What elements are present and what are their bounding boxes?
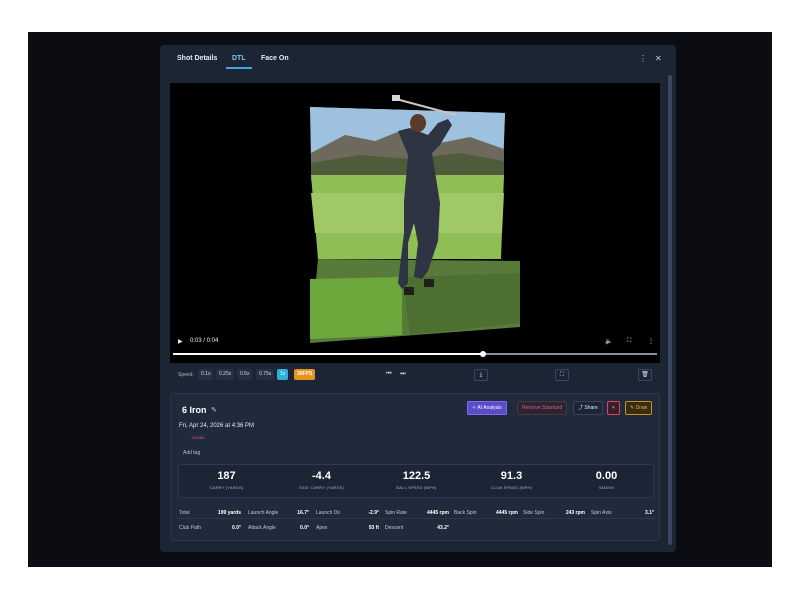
draw-button[interactable]: ✎ Draw: [625, 401, 653, 415]
speed-1x-button[interactable]: 1x: [277, 369, 289, 380]
metric-label: CLUB SPEED (MPH): [490, 485, 533, 490]
video-progress-bar[interactable]: [173, 351, 657, 357]
metric-value: 122.5: [402, 470, 431, 482]
speed-0-25x-button[interactable]: 0.25x: [216, 369, 235, 380]
metric-label: BALL SPEED (MPH): [396, 485, 437, 490]
video-menu-icon[interactable]: ⋮: [648, 338, 654, 345]
stat-value: 4445 rpm: [496, 510, 518, 516]
speed-0-1x-button[interactable]: 0.1x: [198, 369, 214, 380]
active-tab-indicator: [226, 67, 252, 69]
ai-analysis-button[interactable]: ✧ AI Analysis: [467, 401, 507, 415]
stat-label: Side Spin: [523, 510, 545, 516]
metric-label: SIDE CARRY (YARDS): [298, 485, 345, 490]
speed-0-75x-button[interactable]: 0.75x: [256, 369, 275, 380]
stat-value: 3.1°: [645, 510, 654, 516]
metric-value: 91.3: [500, 470, 523, 482]
stat-value: 0.0°: [232, 525, 241, 531]
stat-value: 43.2°: [437, 525, 449, 531]
stat-value: 199 yards: [217, 510, 241, 516]
metric-ball-speed: 122.5 BALL SPEED (MPH): [369, 470, 464, 490]
stat-label: Launch Angle: [248, 510, 279, 516]
volume-icon[interactable]: 🔈: [605, 338, 612, 345]
metric-smash: 0.00 SMASH: [559, 470, 654, 490]
next-frame-icon[interactable]: ⏭: [396, 369, 410, 381]
shot-summary-card: 6 Iron ✎ Fri, Apr 24, 2026 at 4:36 PM 19…: [170, 393, 660, 541]
metric-value: 187: [217, 470, 236, 482]
scrollbar-thumb[interactable]: [668, 75, 672, 545]
video-progress-knob[interactable]: [479, 351, 486, 357]
club-name: 6 Iron: [182, 405, 207, 415]
stat-value: 0.0°: [300, 525, 309, 531]
shot-id: 193484: [191, 435, 205, 440]
metric-label: CARRY (YARDS): [209, 485, 244, 490]
stat-label: Spin Rate: [385, 510, 407, 516]
speed-0-5x-button[interactable]: 0.5x: [237, 369, 253, 380]
metric-label: SMASH: [598, 485, 615, 490]
stat-value: -2.9°: [368, 510, 379, 516]
stat-label: Launch Dir: [316, 510, 341, 516]
tab-bar: Shot Details DTL Face On ⋮ ✕: [160, 45, 676, 75]
stat-label: Descent: [385, 525, 404, 531]
favorite-heart-icon[interactable]: ♥: [607, 401, 620, 415]
metric-carry: 187 CARRY (YARDS): [179, 470, 274, 490]
tab-shot-details[interactable]: Shot Details: [177, 55, 217, 62]
share-button[interactable]: ⤴ Share: [573, 401, 603, 415]
expand-icon[interactable]: ⛶: [555, 369, 569, 381]
stats-row-2: Club Path 0.0° Attack Angle 0.0° Apex 93…: [179, 522, 655, 534]
stat-label: Club Path: [179, 525, 201, 531]
ai-analysis-label: AI Analysis: [477, 405, 502, 411]
delete-icon[interactable]: 🗑: [638, 369, 652, 381]
metric-club-speed: 91.3 CLUB SPEED (MPH): [464, 470, 559, 490]
stat-label: Total: [179, 510, 190, 516]
shot-details-modal: Shot Details DTL Face On ⋮ ✕ ▶ 0:03 / 0:…: [160, 45, 676, 552]
stat-label: Spin Axis: [591, 510, 612, 516]
fullscreen-icon[interactable]: ⛶: [627, 338, 631, 345]
close-icon[interactable]: ✕: [655, 54, 662, 63]
stat-label: Apex: [316, 525, 328, 531]
play-icon[interactable]: ▶: [178, 338, 183, 345]
playback-controls: Speed: 0.1x 0.25x 0.5x 0.75x 1x 30FPS ⏮ …: [170, 368, 660, 382]
video-progress-fill: [173, 353, 483, 355]
more-menu-icon[interactable]: ⋮: [639, 54, 647, 63]
shot-date: Fri, Apr 24, 2026 at 4:36 PM: [179, 423, 255, 429]
video-time: 0:03 / 0:04: [190, 338, 219, 344]
speed-label: Speed:: [178, 372, 194, 378]
stat-label: Back Spin: [454, 510, 477, 516]
tab-face-on[interactable]: Face On: [261, 55, 289, 62]
prev-frame-icon[interactable]: ⏮: [382, 369, 396, 381]
share-label: Share: [584, 405, 598, 411]
download-icon[interactable]: ⤓: [474, 369, 488, 381]
stat-label: Attack Angle: [248, 525, 276, 531]
stat-value: 4445 rpm: [427, 510, 449, 516]
metric-value: 0.00: [595, 470, 618, 482]
video-player[interactable]: ▶ 0:03 / 0:04 🔈 ⛶ ⋮: [170, 83, 660, 363]
metrics-panel: 187 CARRY (YARDS) -4.4 SIDE CARRY (YARDS…: [178, 464, 654, 498]
fps-button[interactable]: 30FPS: [294, 369, 316, 380]
tab-dtl[interactable]: DTL: [232, 55, 246, 62]
add-tag-link[interactable]: Add tag: [183, 450, 200, 456]
metric-value: -4.4: [312, 470, 331, 482]
swing-video-frame: [310, 95, 520, 343]
stat-value: 16.7°: [297, 510, 309, 516]
stats-row-1: Total 199 yards Launch Angle 16.7° Launc…: [179, 507, 655, 519]
edit-pencil-icon[interactable]: ✎: [211, 406, 217, 414]
draw-label: Draw: [635, 405, 648, 411]
metric-side-carry: -4.4 SIDE CARRY (YARDS): [274, 470, 369, 490]
modal-scrollbar[interactable]: [668, 75, 672, 545]
remove-standard-button[interactable]: Remove Standard: [517, 401, 568, 415]
stat-value: 243 rpm: [565, 510, 585, 516]
stat-value: 93 ft: [368, 525, 379, 531]
